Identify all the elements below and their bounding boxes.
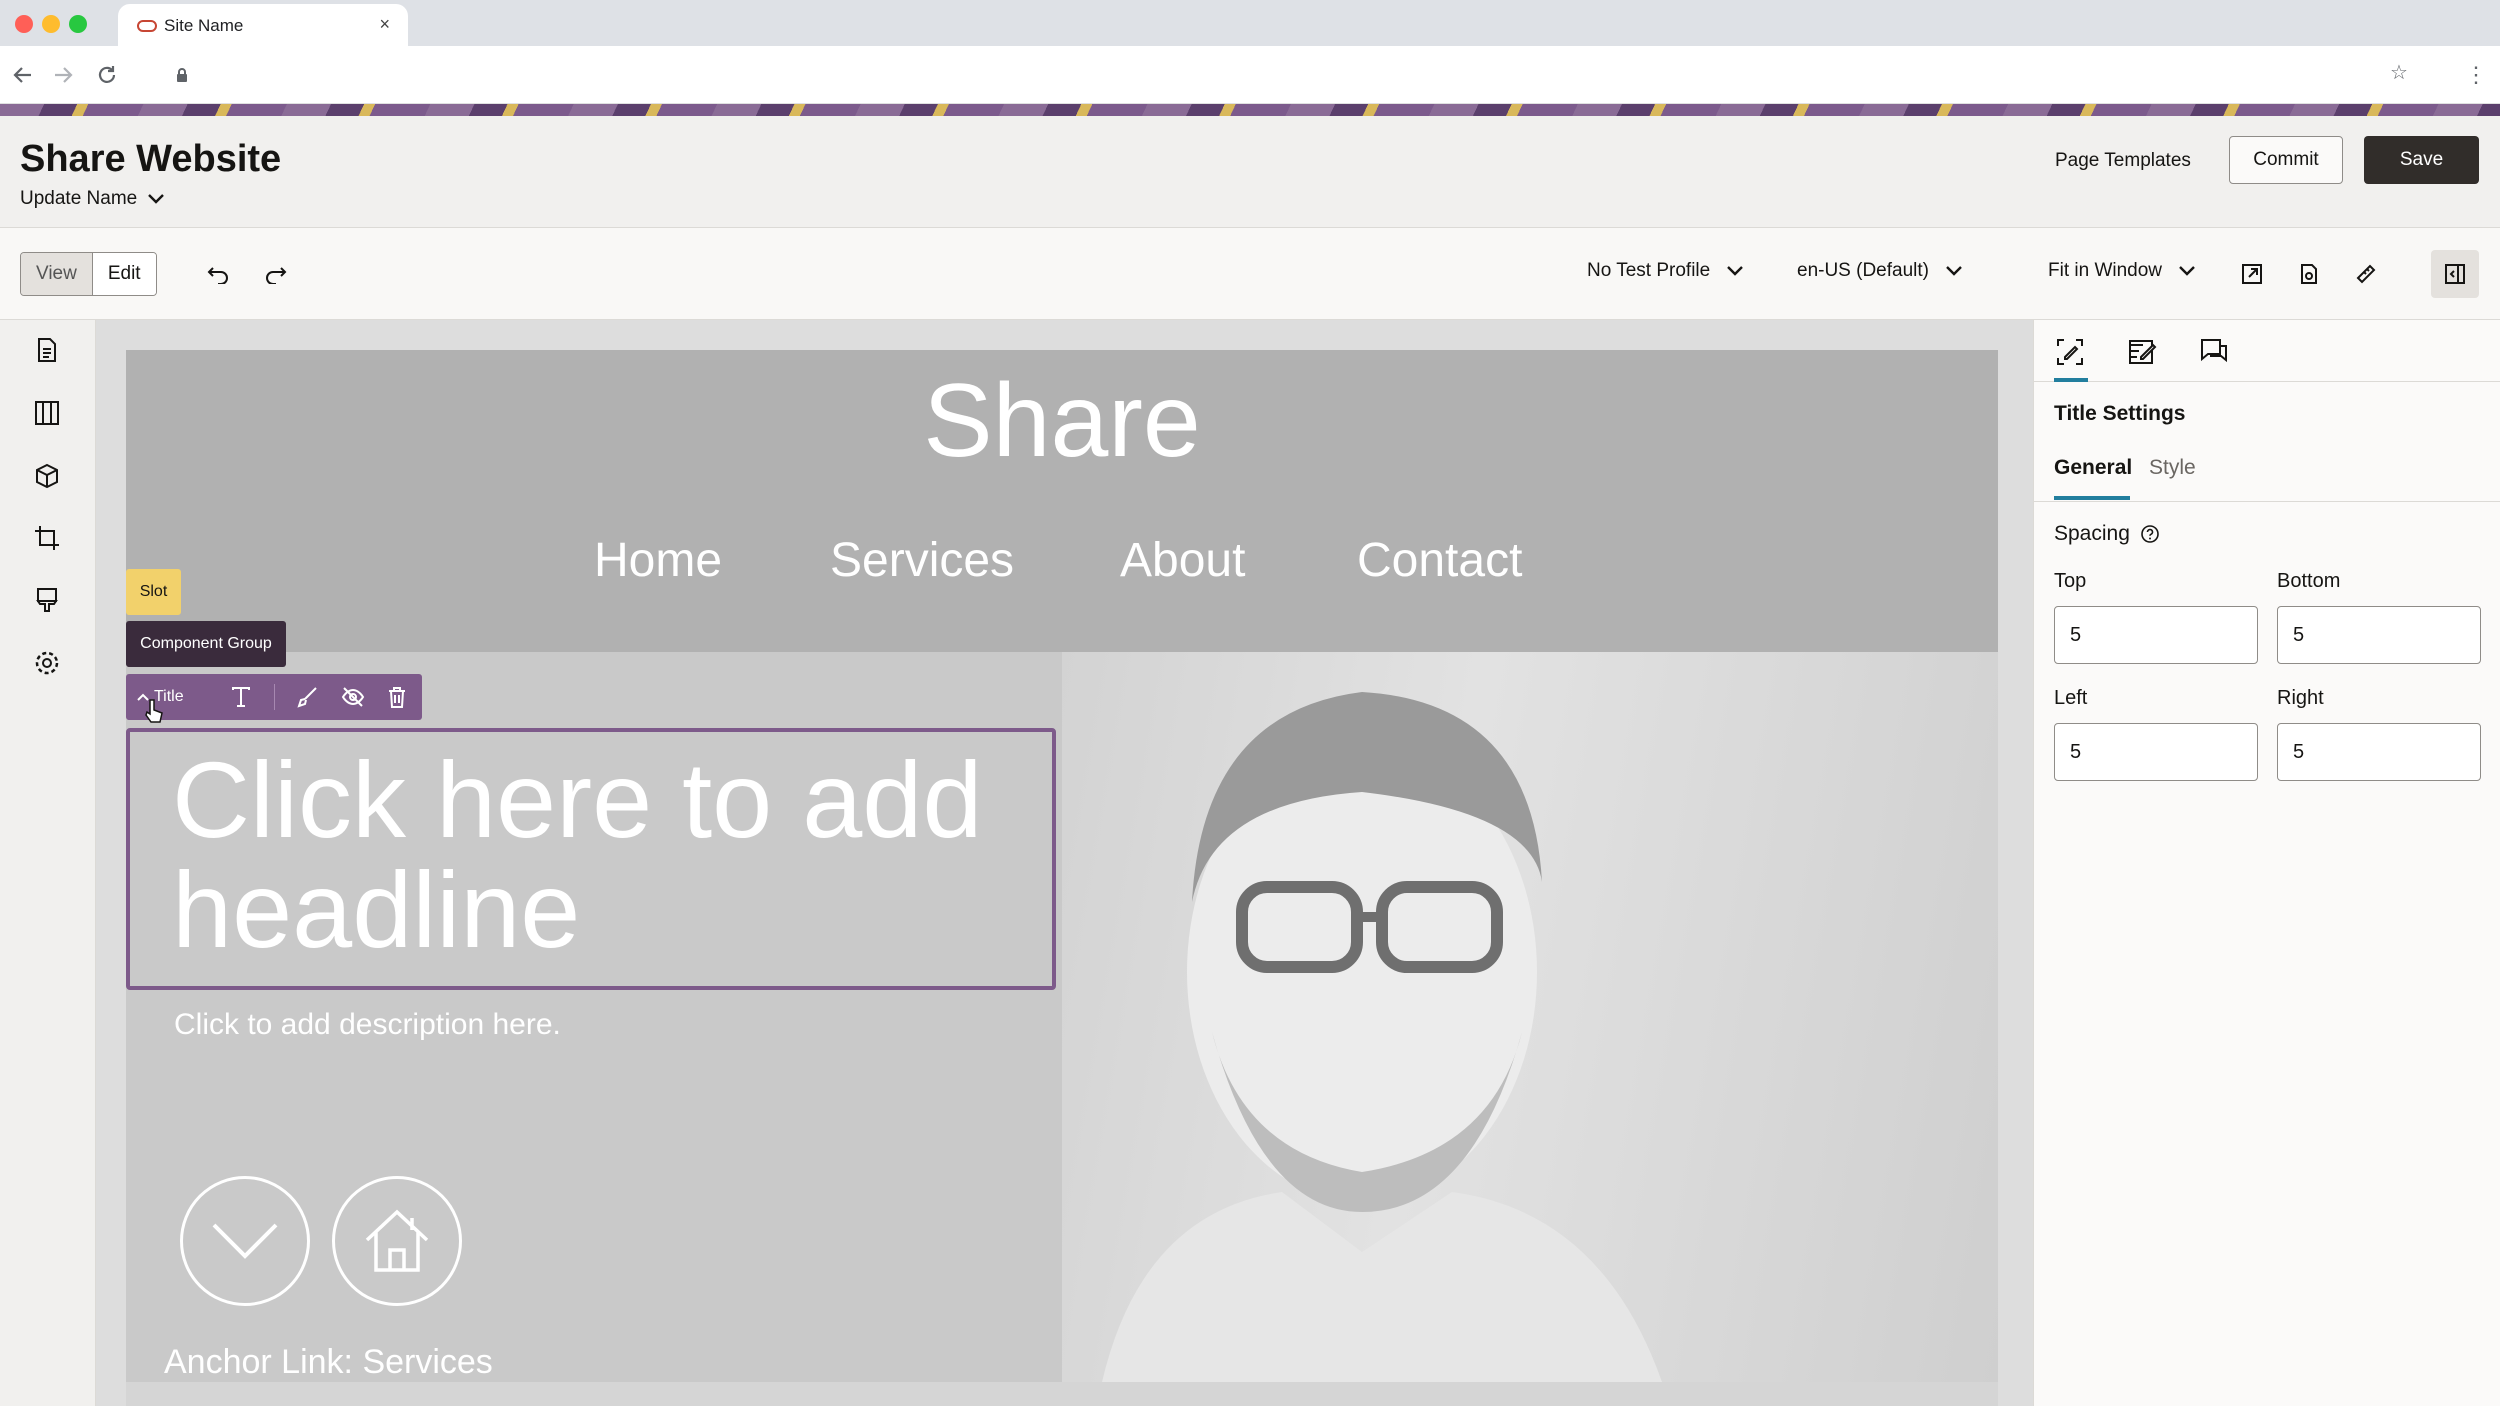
ruler-icon[interactable]: [2351, 259, 2381, 289]
left-spacing-input[interactable]: 5: [2054, 723, 2258, 781]
top-spacing-input[interactable]: 5: [2054, 606, 2258, 664]
chevron-down-icon: [148, 194, 165, 204]
help-icon[interactable]: [2140, 524, 2160, 544]
address-bar: ☆ ⋮: [0, 46, 2500, 104]
spacing-heading: Spacing: [2054, 522, 2160, 546]
undo-icon[interactable]: [203, 259, 233, 289]
scroll-down-button[interactable]: [180, 1176, 310, 1306]
locale-label: en-US (Default): [1797, 260, 1929, 281]
save-button[interactable]: Save: [2364, 136, 2479, 184]
panel-tab-indicator: [2054, 378, 2088, 382]
mouse-pointer-icon: [144, 698, 166, 724]
toolbar-divider: [274, 684, 275, 710]
lock-icon: [175, 67, 189, 83]
test-profile-label: No Test Profile: [1587, 260, 1711, 281]
site-name-label: Update Name: [20, 188, 138, 209]
gear-icon[interactable]: [31, 647, 63, 679]
window-minimize-button[interactable]: [42, 15, 60, 33]
open-external-icon[interactable]: [2237, 259, 2267, 289]
left-sidebar: [0, 320, 96, 1406]
home-icon: [365, 1209, 429, 1272]
portrait-image[interactable]: [1062, 652, 1998, 1382]
trash-icon[interactable]: [382, 682, 412, 712]
text-format-icon[interactable]: [226, 682, 256, 712]
browser-tab[interactable]: Site Name ×: [118, 4, 408, 46]
description-text[interactable]: Click to add description here.: [174, 1008, 561, 1042]
view-mode-button[interactable]: View: [21, 253, 93, 295]
site-brand: Share: [923, 363, 1201, 479]
zoom-select[interactable]: Fit in Window: [2048, 260, 2196, 282]
tab-general[interactable]: General: [2054, 456, 2132, 480]
commit-button[interactable]: Commit: [2229, 136, 2343, 184]
chevron-down-icon: [2179, 266, 2195, 276]
tab-style[interactable]: Style: [2149, 456, 2196, 480]
browser-tab-title: Site Name: [164, 16, 244, 35]
spacing-label: Spacing: [2054, 522, 2130, 545]
menu-item-services[interactable]: Services: [830, 533, 1014, 588]
zoom-label: Fit in Window: [2048, 260, 2163, 281]
page-settings-icon[interactable]: [2294, 259, 2324, 289]
edit-content-icon[interactable]: [2124, 334, 2160, 370]
crop-icon[interactable]: [31, 522, 63, 554]
right-spacing-input[interactable]: 5: [2277, 723, 2481, 781]
view-edit-toggle: View Edit: [20, 252, 157, 296]
menu-item-home[interactable]: Home: [594, 533, 722, 588]
top-label: Top: [2054, 570, 2087, 592]
page-footer-strip: [126, 1382, 1998, 1406]
bottom-spacing-input[interactable]: 5: [2277, 606, 2481, 664]
themes-icon[interactable]: [31, 584, 63, 616]
toggle-panel-icon[interactable]: [2431, 250, 2479, 298]
tab-close-icon[interactable]: ×: [379, 14, 390, 35]
site-name-dropdown[interactable]: Update Name: [20, 188, 165, 210]
style-brush-icon[interactable]: [292, 682, 322, 712]
reload-icon[interactable]: [92, 60, 122, 90]
site-header-section[interactable]: Share Home Services About Contact: [126, 350, 1998, 652]
browser-menu-icon[interactable]: ⋮: [2465, 62, 2487, 88]
settings-select-icon[interactable]: [2052, 334, 2088, 370]
headline-text[interactable]: Click here to add headline: [172, 745, 1042, 965]
component-group-label[interactable]: Component Group: [126, 621, 286, 667]
bottom-label: Bottom: [2277, 570, 2341, 592]
window-close-button[interactable]: [15, 15, 33, 33]
window-maximize-button[interactable]: [69, 15, 87, 33]
subtab-indicator: [2054, 496, 2130, 500]
oracle-favicon-icon: [137, 20, 157, 32]
url-input[interactable]: [155, 54, 2425, 96]
settings-panel: Title Settings General Style Spacing Top…: [2033, 320, 2500, 1406]
locale-select[interactable]: en-US (Default): [1797, 260, 1963, 282]
forward-arrow-icon[interactable]: [48, 60, 78, 90]
browser-tab-bar: Site Name ×: [0, 0, 2500, 46]
panel-title: Title Settings: [2054, 402, 2186, 425]
page-title: Share Website: [20, 138, 282, 180]
panel-tabs: [2034, 320, 2500, 382]
chevron-down-icon: [1727, 266, 1744, 276]
home-button[interactable]: [332, 1176, 462, 1306]
redo-icon[interactable]: [261, 259, 291, 289]
component-toolbar: Title: [126, 674, 422, 720]
app-header: Share Website Update Name Page Templates…: [0, 116, 2500, 228]
anchor-link-label[interactable]: Anchor Link: Services: [164, 1343, 493, 1382]
slot-label[interactable]: Slot: [126, 569, 181, 615]
page-templates-link[interactable]: Page Templates: [2055, 150, 2191, 172]
editor-toolbar: View Edit No Test Profile en-US (Default…: [0, 228, 2500, 320]
menu-item-about[interactable]: About: [1120, 533, 1245, 588]
site-page-preview: Share Home Services About Contact Click …: [126, 350, 1998, 1406]
bookmark-star-icon[interactable]: ☆: [2390, 60, 2408, 85]
decorative-banner: [0, 104, 2500, 116]
chevron-down-icon: [1946, 266, 1962, 276]
test-profile-select[interactable]: No Test Profile: [1587, 260, 1744, 282]
back-arrow-icon[interactable]: [8, 60, 38, 90]
edit-mode-button[interactable]: Edit: [92, 253, 156, 295]
components-icon[interactable]: [31, 460, 63, 492]
chevron-down-icon: [212, 1223, 278, 1259]
pages-icon[interactable]: [31, 334, 63, 366]
left-label: Left: [2054, 687, 2088, 709]
menu-item-contact[interactable]: Contact: [1357, 533, 1522, 588]
layouts-icon[interactable]: [31, 397, 63, 429]
right-label: Right: [2277, 687, 2324, 709]
hide-eye-icon[interactable]: [338, 682, 368, 712]
comments-icon[interactable]: [2196, 334, 2232, 370]
